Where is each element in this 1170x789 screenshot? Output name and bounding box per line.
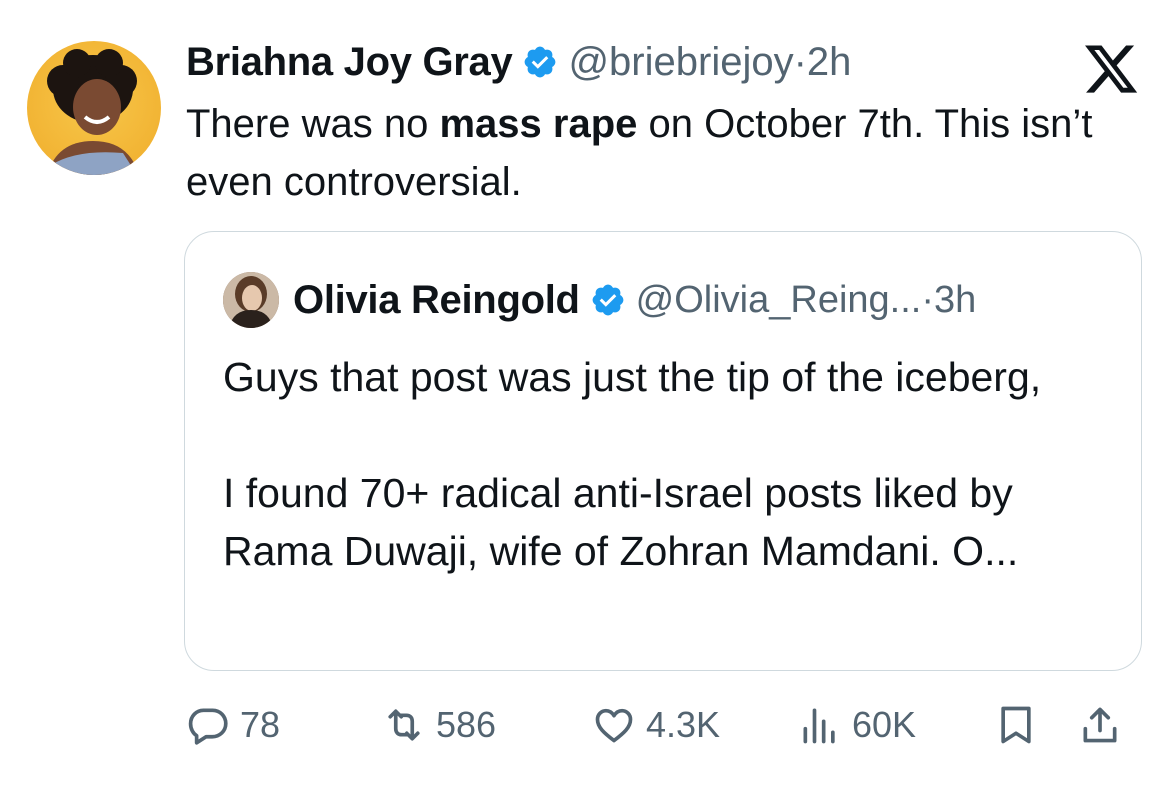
verified-badge-icon (525, 46, 556, 78)
like-count: 4.3K (646, 704, 721, 745)
quoted-meta-separator: · (921, 278, 934, 321)
bookmark-icon (1001, 706, 1031, 744)
views-icon (803, 708, 835, 744)
tweet-text-bold: mass rape (439, 102, 638, 146)
share-icon (1083, 707, 1117, 743)
quoted-tweet[interactable]: Olivia Reingold @Olivia_Reing... · 3h Gu… (184, 231, 1142, 671)
author-handle[interactable]: @briebriejoy (568, 40, 793, 85)
share-button[interactable] (1078, 700, 1122, 750)
author-avatar[interactable] (27, 41, 161, 175)
repost-button[interactable]: 586 (382, 700, 496, 750)
quoted-author-avatar[interactable] (223, 272, 279, 328)
quoted-header: Olivia Reingold @Olivia_Reing... · 3h (223, 270, 976, 330)
meta-separator: · (793, 39, 807, 84)
heart-icon (595, 708, 633, 743)
tweet-time[interactable]: 2h (807, 40, 852, 85)
views-count: 60K (852, 704, 917, 745)
x-logo-icon[interactable] (1082, 40, 1140, 98)
repost-icon (388, 709, 420, 741)
reply-count: 78 (240, 704, 281, 745)
quoted-paragraph-2: I found 70+ radical anti-Israel posts li… (223, 470, 1019, 574)
tweet-text: There was no mass rape on October 7th. T… (186, 95, 1126, 211)
quoted-text: Guys that post was just the tip of the i… (223, 348, 1113, 580)
quoted-paragraph-1: Guys that post was just the tip of the i… (223, 354, 1042, 400)
reply-button[interactable]: 78 (186, 700, 280, 750)
verified-badge-icon (592, 284, 624, 316)
repost-count: 586 (436, 704, 497, 745)
tweet-header: Briahna Joy Gray @briebriejoy · 2h (186, 36, 851, 88)
action-bar: 78 586 4.3K 60K (186, 700, 1140, 750)
bookmark-button[interactable] (994, 700, 1038, 750)
author-name[interactable]: Briahna Joy Gray (186, 40, 513, 85)
like-button[interactable]: 4.3K (592, 700, 720, 750)
views-button[interactable]: 60K (798, 700, 916, 750)
tweet-text-part1: There was no (186, 102, 440, 146)
quoted-author-name[interactable]: Olivia Reingold (293, 278, 580, 323)
reply-icon (188, 708, 228, 745)
quoted-tweet-time[interactable]: 3h (934, 279, 976, 322)
quoted-author-handle[interactable]: @Olivia_Reing... (636, 279, 922, 322)
